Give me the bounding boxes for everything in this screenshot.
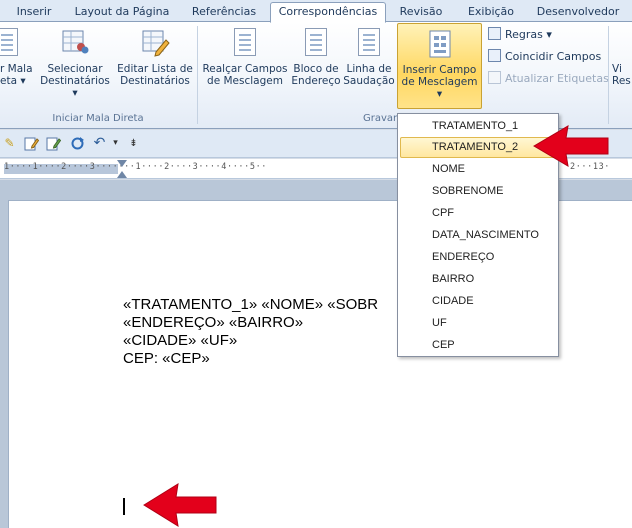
edit-source-icon[interactable] — [46, 136, 62, 151]
tab-layout-da-pagina[interactable]: Layout da Página — [70, 3, 174, 22]
preview-results-label: Vi Res — [612, 63, 631, 87]
address-block-icon — [301, 28, 331, 58]
text-cursor — [123, 498, 125, 515]
address-block-button[interactable]: Bloco de Endereço — [290, 26, 342, 108]
match-fields-label: Coincidir Campos — [505, 50, 602, 63]
ribbon-tab-bar: Inserir Layout da Página Referências Cor… — [0, 0, 632, 23]
update-labels-button[interactable]: Atualizar Etiquetas — [488, 71, 609, 87]
rules-icon — [488, 27, 501, 40]
highlight-merge-fields-button[interactable]: Realçar Campos de Mesclagem — [200, 26, 290, 108]
update-labels-icon — [488, 71, 501, 84]
start-mail-merge-button[interactable]: r Mala eta ▾ — [0, 26, 34, 108]
merge-line-4[interactable]: CEP: «CEP» — [123, 350, 210, 368]
dropdown-item-uf[interactable]: UF — [400, 313, 556, 334]
edit-list-icon — [140, 28, 170, 58]
rules-button[interactable]: Regras ▾ — [488, 27, 552, 43]
match-fields-icon — [488, 49, 501, 62]
edit-recipient-list-button[interactable]: Editar Lista de Destinatários — [116, 26, 194, 108]
address-block-label: Bloco de Endereço — [291, 63, 341, 87]
tab-inserir[interactable]: Inserir — [10, 3, 58, 22]
dropdown-item-cidade[interactable]: CIDADE — [400, 291, 556, 312]
hanging-indent-marker[interactable] — [117, 171, 127, 178]
insert-merge-field-button[interactable]: Inserir Campo de Mesclagem ▾ — [397, 23, 482, 109]
undo-icon[interactable]: ↶ — [92, 136, 107, 151]
merge-line-1[interactable]: «TRATAMENTO_1» «NOME» «SOBR — [123, 296, 378, 314]
dropdown-item-cpf[interactable]: CPF — [400, 203, 556, 224]
dropdown-item-bairro[interactable]: BAIRRO — [400, 269, 556, 290]
highlight-fields-icon — [230, 28, 260, 58]
preview-results-button[interactable]: Vi Res — [612, 26, 632, 108]
red-arrow-left-icon — [533, 125, 609, 167]
highlight-merge-fields-label: Realçar Campos de Mesclagem — [202, 63, 288, 87]
start-mail-merge-label: r Mala eta ▾ — [0, 63, 33, 87]
insert-merge-field-label: Inserir Campo de Mesclagem ▾ — [401, 64, 478, 100]
dropdown-item-endereco[interactable]: ENDEREÇO — [400, 247, 556, 268]
greeting-line-label: Linha de Saudação — [343, 63, 395, 87]
first-line-indent-marker[interactable] — [117, 160, 127, 167]
merge-line-3[interactable]: «CIDADE» «UF» — [123, 332, 237, 350]
tab-exibicao[interactable]: Exibição — [460, 3, 522, 22]
mail-merge-icon — [0, 28, 32, 58]
group-separator — [197, 26, 198, 124]
select-recipients-label: Selecionar Destinatários ▾ — [40, 63, 110, 99]
red-arrow-cursor-icon — [143, 483, 217, 527]
group-label-iniciar: Iniciar Mala Direta — [52, 113, 144, 124]
tab-desenvolvedor[interactable]: Desenvolvedor — [532, 3, 624, 22]
tab-correspondencias[interactable]: Correspondências — [270, 2, 386, 23]
edit-document-icon[interactable] — [24, 136, 40, 151]
format-painter-icon[interactable]: ✎ — [2, 136, 17, 151]
greeting-line-icon — [354, 28, 384, 58]
refresh-icon[interactable] — [70, 136, 85, 151]
group-separator-2 — [608, 26, 609, 124]
tab-revisao[interactable]: Revisão — [392, 3, 450, 22]
rules-label: Regras ▾ — [505, 28, 552, 41]
insert-merge-field-icon — [425, 29, 455, 59]
greeting-line-button[interactable]: Linha de Saudação — [342, 26, 396, 108]
dropdown-item-data-nascimento[interactable]: DATA_NASCIMENTO — [400, 225, 556, 246]
undo-dropdown-chevron-icon[interactable]: ▾ — [108, 136, 123, 151]
customize-toolbar-icon[interactable]: ⇟ — [126, 136, 141, 151]
select-recipients-button[interactable]: Selecionar Destinatários ▾ — [36, 26, 114, 108]
dropdown-item-cep[interactable]: CEP — [400, 335, 556, 356]
match-fields-button[interactable]: Coincidir Campos — [488, 49, 601, 65]
recipients-icon — [60, 28, 90, 58]
edit-recipient-list-label: Editar Lista de Destinatários — [117, 63, 193, 87]
dropdown-item-sobrenome[interactable]: SOBRENOME — [400, 181, 556, 202]
merge-line-2[interactable]: «ENDEREÇO» «BAIRRO» — [123, 314, 303, 332]
tab-referencias[interactable]: Referências — [186, 3, 262, 22]
update-labels-label: Atualizar Etiquetas — [505, 72, 609, 85]
